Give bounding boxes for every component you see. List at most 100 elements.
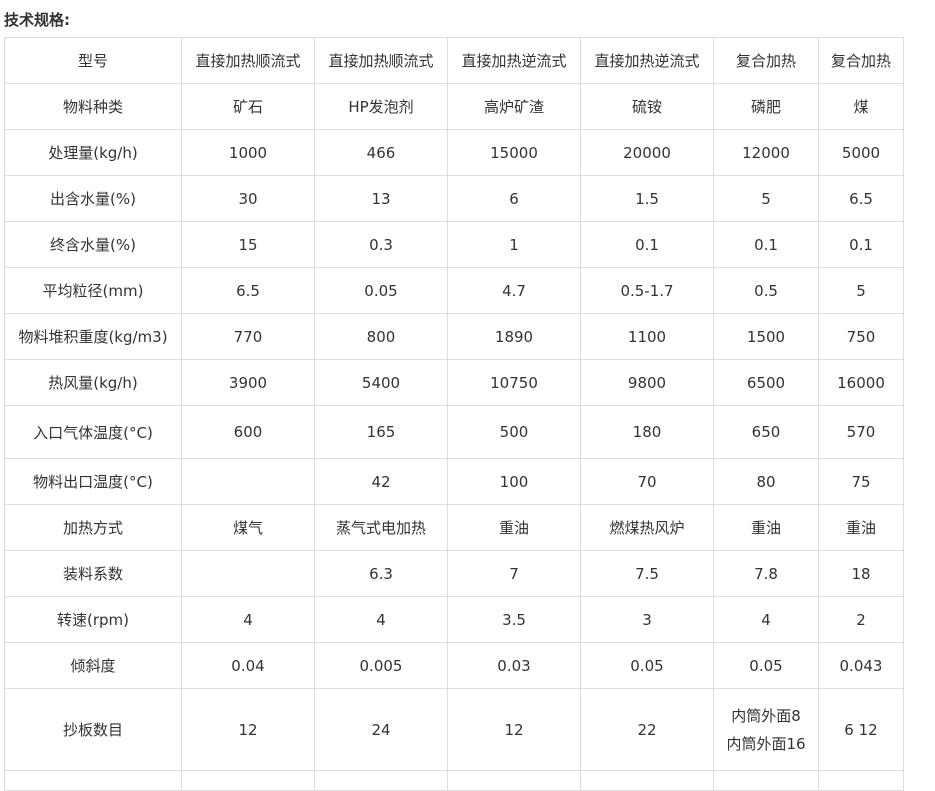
table-cell: 12000 <box>713 129 819 176</box>
table-row: 物料堆积重度(kg/m3) 770 800 1890 1100 1500 750 <box>4 313 904 360</box>
spec-table: 型号 直接加热顺流式 直接加热顺流式 直接加热逆流式 直接加热逆流式 复合加热 … <box>4 37 904 791</box>
table-cell: 1500 <box>713 313 819 360</box>
table-cell: 466 <box>314 129 448 176</box>
table-row: 转速(rpm) 4 4 3.5 3 4 2 <box>4 596 904 643</box>
table-cell: 6.5 <box>181 267 315 314</box>
table-cell: 5 <box>818 267 904 314</box>
table-row: 加热方式 煤气 蒸气式电加热 重油 燃煤热风炉 重油 重油 <box>4 504 904 551</box>
row-label: 热风量(kg/h) <box>4 359 182 406</box>
table-cell: 燃煤热风炉 <box>580 504 714 551</box>
table-cell: 30 <box>181 175 315 222</box>
table-cell: 6.5 <box>818 175 904 222</box>
table-cell: 重油 <box>713 504 819 551</box>
table-cell: 0.3 <box>314 221 448 268</box>
cell-line: 内筒外面8 <box>731 706 801 725</box>
cell-line: 内筒外面16 <box>726 734 806 753</box>
table-cell: 磷肥 <box>713 83 819 130</box>
table-row: 抄板数目 12 24 12 22 内筒外面8 内筒外面16 6 12 <box>4 688 904 771</box>
table-cell: 1 <box>447 221 581 268</box>
table-row: 平均粒径(mm) 6.5 0.05 4.7 0.5-1.7 0.5 5 <box>4 267 904 314</box>
header-cell: 直接加热逆流式 <box>447 37 581 84</box>
row-label: 终含水量(%) <box>4 221 182 268</box>
table-cell: 6.3 <box>314 550 448 597</box>
table-cell: 0.5 <box>713 267 819 314</box>
table-row: 物料种类 矿石 HP发泡剂 高炉矿渣 硫铵 磷肥 煤 <box>4 83 904 130</box>
table-cell: 0.005 <box>314 642 448 689</box>
table-cell: 0.1 <box>580 221 714 268</box>
table-cell: 重油 <box>818 504 904 551</box>
table-row-partial <box>4 770 904 791</box>
header-cell: 复合加热 <box>818 37 904 84</box>
row-label: 物料出口温度(°C) <box>4 458 182 505</box>
table-cell: 3 <box>580 596 714 643</box>
row-label: 加热方式 <box>4 504 182 551</box>
table-cell: 500 <box>447 405 581 459</box>
table-cell: 42 <box>314 458 448 505</box>
row-label: 装料系数 <box>4 550 182 597</box>
table-cell: 4 <box>713 596 819 643</box>
table-cell: 5000 <box>818 129 904 176</box>
table-cell: 重油 <box>447 504 581 551</box>
table-cell: 高炉矿渣 <box>447 83 581 130</box>
table-cell: 6 12 <box>818 688 904 771</box>
table-cell: 煤气 <box>181 504 315 551</box>
table-row: 物料出口温度(°C) 42 100 70 80 75 <box>4 458 904 505</box>
table-row: 入口气体温度(°C) 600 165 500 180 650 570 <box>4 405 904 459</box>
table-cell: 4 <box>314 596 448 643</box>
table-cell: 1890 <box>447 313 581 360</box>
table-cell: 5 <box>713 175 819 222</box>
table-row: 热风量(kg/h) 3900 5400 10750 9800 6500 1600… <box>4 359 904 406</box>
table-cell: 7 <box>447 550 581 597</box>
table-cell: 0.03 <box>447 642 581 689</box>
table-cell: 22 <box>580 688 714 771</box>
table-cell: 800 <box>314 313 448 360</box>
table-cell-multiline: 内筒外面8 内筒外面16 <box>713 688 819 771</box>
table-cell: HP发泡剂 <box>314 83 448 130</box>
row-label: 抄板数目 <box>4 688 182 771</box>
table-cell: 0.1 <box>713 221 819 268</box>
header-cell: 复合加热 <box>713 37 819 84</box>
header-cell: 直接加热顺流式 <box>181 37 315 84</box>
table-cell: 16000 <box>818 359 904 406</box>
row-label: 入口气体温度(°C) <box>4 405 182 459</box>
table-row: 装料系数 6.3 7 7.5 7.8 18 <box>4 550 904 597</box>
row-label: 转速(rpm) <box>4 596 182 643</box>
table-cell: 6 <box>447 175 581 222</box>
table-row: 终含水量(%) 15 0.3 1 0.1 0.1 0.1 <box>4 221 904 268</box>
table-cell: 24 <box>314 688 448 771</box>
table-cell: 4 <box>181 596 315 643</box>
table-cell: 600 <box>181 405 315 459</box>
table-cell: 0.05 <box>713 642 819 689</box>
header-cell: 型号 <box>4 37 182 84</box>
table-cell: 3900 <box>181 359 315 406</box>
header-cell: 直接加热顺流式 <box>314 37 448 84</box>
table-cell: 75 <box>818 458 904 505</box>
table-row: 倾斜度 0.04 0.005 0.03 0.05 0.05 0.043 <box>4 642 904 689</box>
row-label: 出含水量(%) <box>4 175 182 222</box>
table-cell: 10750 <box>447 359 581 406</box>
table-cell: 100 <box>447 458 581 505</box>
table-cell: 80 <box>713 458 819 505</box>
table-cell <box>181 550 315 597</box>
table-cell: 1.5 <box>580 175 714 222</box>
table-cell: 0.05 <box>580 642 714 689</box>
table-cell: 15 <box>181 221 315 268</box>
table-row: 出含水量(%) 30 13 6 1.5 5 6.5 <box>4 175 904 222</box>
table-cell: 165 <box>314 405 448 459</box>
table-cell: 矿石 <box>181 83 315 130</box>
table-header-row: 型号 直接加热顺流式 直接加热顺流式 直接加热逆流式 直接加热逆流式 复合加热 … <box>4 37 904 84</box>
table-cell: 15000 <box>447 129 581 176</box>
table-cell: 0.043 <box>818 642 904 689</box>
row-label: 倾斜度 <box>4 642 182 689</box>
table-cell: 180 <box>580 405 714 459</box>
table-cell: 9800 <box>580 359 714 406</box>
table-cell: 0.5-1.7 <box>580 267 714 314</box>
table-cell: 2 <box>818 596 904 643</box>
table-cell: 770 <box>181 313 315 360</box>
row-label: 物料堆积重度(kg/m3) <box>4 313 182 360</box>
table-cell: 12 <box>447 688 581 771</box>
table-cell <box>181 458 315 505</box>
table-cell: 0.1 <box>818 221 904 268</box>
row-label: 平均粒径(mm) <box>4 267 182 314</box>
table-cell: 煤 <box>818 83 904 130</box>
